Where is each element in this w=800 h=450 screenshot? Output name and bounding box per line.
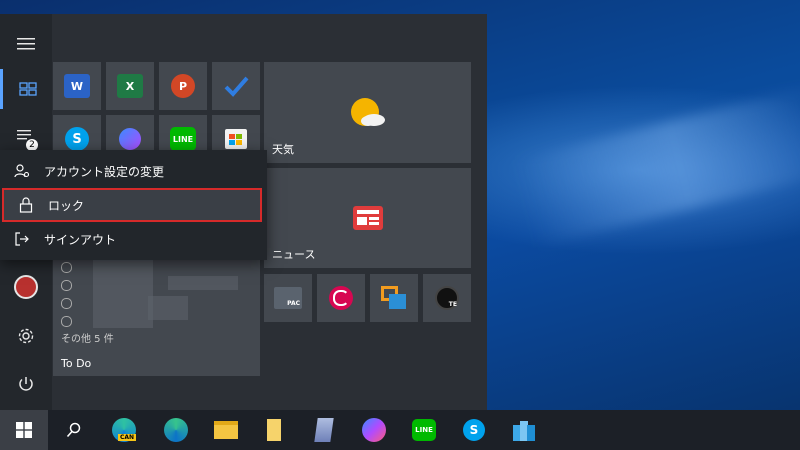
tile-app-disc[interactable]: TE (423, 274, 471, 322)
news-label: ニュース (272, 248, 316, 261)
debian-swirl-icon (329, 286, 353, 310)
weather-sun-cloud-icon (350, 97, 385, 126)
tile-powerpoint[interactable]: P (159, 62, 207, 110)
taskbar-app[interactable] (300, 410, 348, 450)
menu-item-label: アカウント設定の変更 (44, 164, 165, 179)
todo-checkbox[interactable] (61, 280, 72, 291)
tile-virtual-desktop[interactable] (370, 274, 418, 322)
menu-item-change-account-settings[interactable]: アカウント設定の変更 (0, 154, 267, 188)
messenger-icon (362, 418, 386, 442)
todo-more-label: その他 5 件 (61, 334, 114, 345)
menu-item-lock[interactable]: ロック (2, 188, 262, 222)
document-icon (267, 419, 281, 441)
weather-label: 天気 (272, 143, 294, 156)
blurred-content (168, 276, 238, 290)
terminal-icon: PAC (274, 287, 302, 309)
taskbar-edge-canary[interactable]: CAN (100, 410, 148, 450)
blurred-content (148, 296, 188, 320)
user-avatar[interactable] (0, 267, 52, 307)
power-icon[interactable] (0, 364, 52, 404)
powerpoint-letter: P (178, 79, 188, 93)
store-icon (225, 129, 247, 149)
taskbar-messenger[interactable] (350, 410, 398, 450)
azure-storage-icon (513, 419, 535, 441)
line-icon: LINE (170, 127, 196, 151)
taskbar: CAN LINE S (0, 410, 800, 450)
messenger-icon (119, 128, 141, 150)
checkmark-icon (224, 76, 249, 97)
taskbar-edge[interactable] (152, 410, 200, 450)
gear-icon[interactable] (0, 316, 52, 356)
taskbar-azure[interactable] (500, 410, 548, 450)
line-text: LINE (415, 426, 433, 434)
news-icon (352, 206, 383, 230)
user-account-menu: アカウント設定の変更 ロック サインアウト (0, 150, 267, 260)
folder-icon (214, 421, 238, 439)
menu-item-sign-out[interactable]: サインアウト (0, 222, 267, 256)
disc-icon: TE (435, 286, 459, 310)
todo-checkbox[interactable] (61, 316, 72, 327)
windows-logo-icon (16, 422, 32, 438)
lock-icon (4, 197, 48, 213)
edge-canary-icon: CAN (112, 418, 137, 442)
word-icon: W (64, 74, 90, 98)
excel-icon: X (117, 74, 143, 98)
menu-item-label: ロック (48, 198, 85, 213)
tile-todo-check[interactable] (212, 62, 260, 110)
tile-excel[interactable]: X (106, 62, 154, 110)
windows-stack-icon (381, 286, 407, 310)
taskbar-skype[interactable]: S (450, 410, 498, 450)
line-icon: LINE (412, 419, 436, 441)
menu-item-label: サインアウト (44, 232, 117, 247)
taskbar-line[interactable]: LINE (400, 410, 448, 450)
excel-letter: X (125, 79, 135, 93)
skype-icon: S (65, 127, 89, 151)
edge-icon (164, 418, 188, 442)
taskbar-search-button[interactable] (50, 410, 98, 450)
hamburger-icon[interactable] (0, 24, 52, 64)
terminal-letter: PAC (287, 300, 300, 307)
canary-badge: CAN (118, 434, 137, 441)
line-letter: LINE (172, 134, 194, 144)
taskbar-file-explorer[interactable] (202, 410, 250, 450)
word-letter: W (70, 79, 84, 93)
light-beam (513, 82, 800, 248)
taskbar-notepad[interactable] (250, 410, 298, 450)
app-window-icon (314, 418, 334, 442)
tile-weather[interactable]: 天気 (264, 62, 471, 163)
tile-word[interactable]: W (53, 62, 101, 110)
skype-icon: S (463, 419, 485, 441)
tile-terminal[interactable]: PAC (264, 274, 312, 322)
sign-out-icon (0, 231, 44, 247)
tile-debian[interactable] (317, 274, 365, 322)
blurred-content (93, 260, 153, 328)
person-gear-icon (0, 163, 44, 179)
app-badge-text: TE (448, 301, 457, 308)
tile-news[interactable]: ニュース (264, 168, 471, 268)
all-tiles-icon[interactable] (0, 69, 52, 109)
todo-checkbox-list (61, 262, 72, 334)
search-icon (66, 422, 81, 438)
todo-checkbox[interactable] (61, 262, 72, 273)
windows-start-button[interactable] (0, 410, 48, 450)
powerpoint-icon: P (171, 74, 195, 98)
todo-title: To Do (61, 357, 92, 370)
skype-text: S (469, 423, 479, 437)
skype-letter: S (72, 131, 82, 147)
todo-checkbox[interactable] (61, 298, 72, 309)
